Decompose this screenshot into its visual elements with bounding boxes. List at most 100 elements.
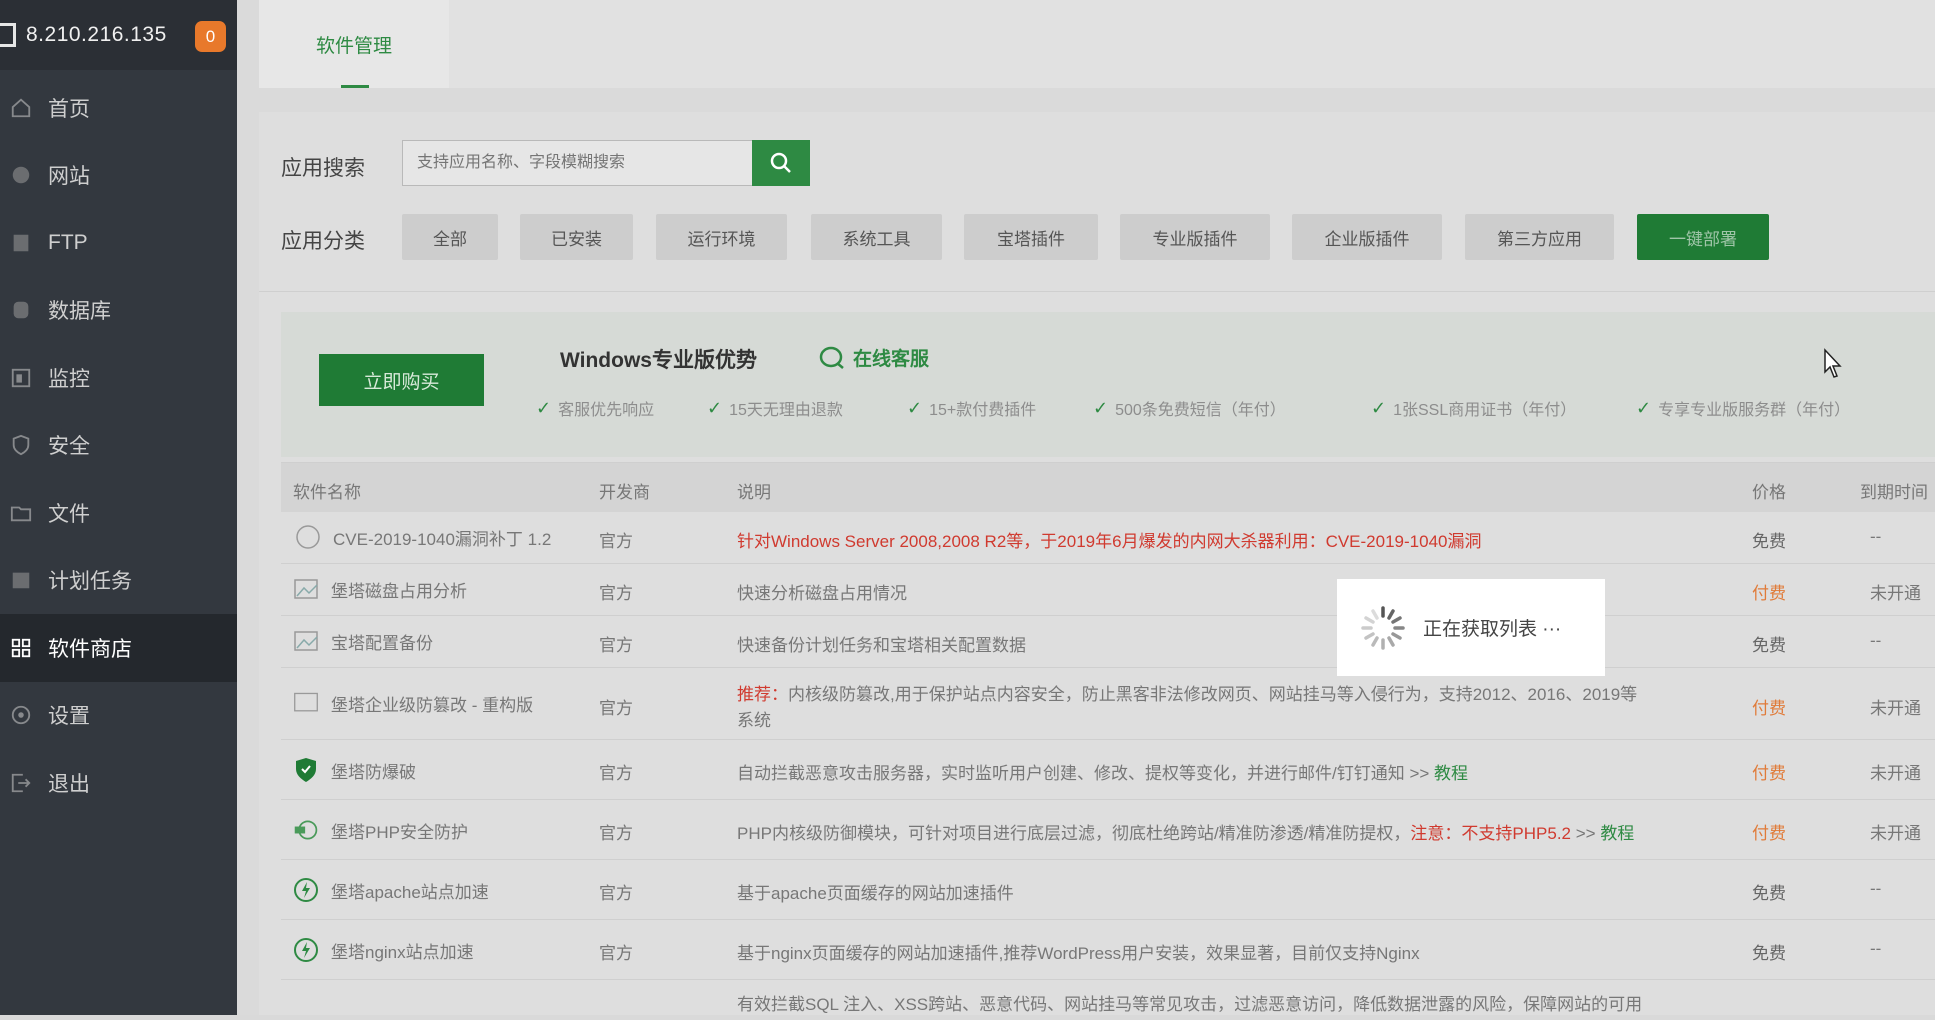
software-panel: 应用搜索 应用分类 全部 已安装 运行环境 系统工具 宝塔插件 专业版插件 企业…: [259, 112, 1935, 1015]
sidebar-item-logout[interactable]: 退出: [0, 749, 237, 817]
expire-date: 未开通: [1870, 824, 1921, 843]
price: 免费: [1752, 884, 1786, 903]
price: 免费: [1752, 944, 1786, 963]
image-icon: [293, 628, 319, 654]
category-pro-plugins[interactable]: 专业版插件: [1120, 214, 1270, 260]
promo-feature: ✓ 1张SSL商用证书（年付）: [1371, 396, 1576, 420]
description: 有效拦截SQL 注入、XSS跨站、恶意代码、网站挂马等常见攻击，过滤恶意访问，降…: [737, 995, 1643, 1014]
online-support-link[interactable]: 在线客服: [819, 344, 929, 371]
search-box: [402, 140, 810, 186]
ftp-icon: [10, 232, 32, 254]
table-row[interactable]: 宝塔配置备份 官方 快速备份计划任务和宝塔相关配置数据 免费 --: [281, 616, 1935, 668]
description-text: 自动拦截恶意攻击服务器，实时监听用户创建、修改、提权等变化，并进行邮件/钉钉通知…: [737, 764, 1435, 783]
category-third-party[interactable]: 第三方应用: [1465, 214, 1614, 260]
sidebar: 8.210.216.135 0 首页 网站 FTP 数据库 监控 安全 文件 计…: [0, 0, 237, 1015]
sidebar-item-label: 首页: [48, 97, 90, 121]
monitor-icon: [293, 690, 319, 716]
table-row[interactable]: 有效拦截SQL 注入、XSS跨站、恶意代码、网站挂马等常见攻击，过滤恶意访问，降…: [281, 980, 1935, 1020]
buy-now-button[interactable]: 立即购买: [319, 354, 484, 406]
sidebar-item-monitor[interactable]: 监控: [0, 344, 237, 412]
sidebar-item-home[interactable]: 首页: [0, 74, 237, 142]
main-content: 软件管理 应用搜索 应用分类 全部 已安装 运行环境 系统工具 宝塔插件 专业版…: [237, 0, 1935, 1015]
home-icon: [10, 97, 32, 119]
sidebar-item-website[interactable]: 网站: [0, 142, 237, 210]
sidebar-item-label: 网站: [48, 165, 90, 189]
price: 付费: [1752, 824, 1786, 843]
search-input[interactable]: [403, 141, 751, 185]
search-icon: [770, 152, 791, 173]
table-row[interactable]: 堡塔apache站点加速 官方 基于apache页面缓存的网站加速插件 免费 -…: [281, 860, 1935, 920]
promo-feature-text: 1张SSL商用证书（年付）: [1393, 402, 1577, 419]
sidebar-item-database[interactable]: 数据库: [0, 277, 237, 345]
php-shield-icon: [293, 817, 319, 843]
expire-date: --: [1870, 939, 1882, 958]
tab-label: 软件管理: [315, 35, 392, 57]
loading-text: 正在获取列表 ···: [1423, 619, 1562, 640]
tutorial-link[interactable]: 教程: [1434, 764, 1468, 783]
software-name: CVE-2019-1040漏洞补丁 1.2: [295, 524, 551, 550]
sidebar-item-software-store[interactable]: 软件商店: [0, 614, 237, 682]
tutorial-link[interactable]: 教程: [1600, 824, 1634, 843]
software-name-text: 堡塔nginx站点加速: [331, 942, 474, 962]
check-icon: ✓: [707, 397, 723, 418]
monitor-icon: [10, 367, 32, 389]
apps-grid-icon: [10, 637, 32, 659]
server-ip: 8.210.216.135: [26, 23, 167, 46]
promo-title: Windows专业版优势: [560, 349, 757, 372]
col-price[interactable]: 价格: [1752, 478, 1786, 503]
software-name: 堡塔企业级防篡改 - 重构版: [293, 690, 533, 716]
sidebar-item-label: 计划任务: [48, 570, 132, 594]
sidebar-item-cron[interactable]: 计划任务: [0, 547, 237, 615]
description-text: PHP内核级防御模块，可针对项目进行底层过滤，彻底杜绝跨站/精准防渗透/精准防提…: [737, 824, 1411, 843]
software-name-text: 堡塔PHP安全防护: [331, 822, 468, 842]
description: 基于nginx页面缓存的网站加速插件,推荐WordPress用户安装，效果显著，…: [737, 944, 1420, 963]
software-name-text: 宝塔配置备份: [331, 633, 433, 653]
category-installed[interactable]: 已安装: [520, 214, 633, 260]
category-bt-plugins[interactable]: 宝塔插件: [964, 214, 1098, 260]
lightning-icon: [293, 937, 319, 963]
tab-active-indicator: [341, 85, 369, 88]
software-table: 软件名称 开发商 说明 价格 到期时间 CVE-2019-1040漏洞补丁 1.…: [281, 462, 1935, 1015]
sidebar-item-ftp[interactable]: FTP: [0, 209, 237, 277]
description-tail: >>: [1571, 824, 1601, 843]
search-label: 应用搜索: [281, 157, 365, 180]
loading-indicator: 正在获取列表 ···: [1337, 579, 1605, 676]
expire-date: 未开通: [1870, 764, 1921, 783]
price: 免费: [1752, 532, 1786, 551]
table-row[interactable]: 堡塔PHP安全防护 官方 PHP内核级防御模块，可针对项目进行底层过滤，彻底杜绝…: [281, 800, 1935, 860]
tab-bar: 软件管理: [259, 0, 1935, 88]
category-system-tools[interactable]: 系统工具: [811, 214, 942, 260]
developer: 官方: [599, 699, 633, 718]
table-row[interactable]: 堡塔nginx站点加速 官方 基于nginx页面缓存的网站加速插件,推荐Word…: [281, 920, 1935, 980]
category-runtime[interactable]: 运行环境: [656, 214, 787, 260]
table-row[interactable]: CVE-2019-1040漏洞补丁 1.2 官方 针对Windows Serve…: [281, 512, 1935, 564]
tab-software-management[interactable]: 软件管理: [259, 0, 449, 88]
software-name: 堡塔nginx站点加速: [293, 937, 474, 963]
col-expire[interactable]: 到期时间: [1860, 478, 1928, 503]
notification-badge[interactable]: 0: [195, 21, 226, 52]
expire-date: --: [1870, 527, 1882, 546]
table-row[interactable]: 堡塔企业级防篡改 - 重构版 官方 推荐：内核级防篡改,用于保护站点内容安全，防…: [281, 668, 1935, 740]
table-row[interactable]: 堡塔防爆破 官方 自动拦截恶意攻击服务器，实时监听用户创建、修改、提权等变化，并…: [281, 740, 1935, 800]
developer: 官方: [599, 764, 633, 783]
developer: 官方: [599, 884, 633, 903]
spinner-icon: [1361, 605, 1405, 650]
category-one-click-deploy[interactable]: 一键部署: [1637, 214, 1769, 260]
category-enterprise-plugins[interactable]: 企业版插件: [1292, 214, 1442, 260]
search-button[interactable]: [752, 140, 810, 186]
price: 付费: [1752, 584, 1786, 603]
sidebar-item-settings[interactable]: 设置: [0, 682, 237, 750]
col-name[interactable]: 软件名称: [293, 478, 361, 503]
software-name-text: 堡塔apache站点加速: [331, 882, 489, 902]
software-name: 堡塔磁盘占用分析: [293, 576, 467, 602]
promo-feature-text: 15+款付费插件: [929, 402, 1037, 419]
category-all[interactable]: 全部: [402, 214, 498, 260]
server-header[interactable]: 8.210.216.135 0: [0, 0, 237, 70]
table-row[interactable]: 堡塔磁盘占用分析 官方 快速分析磁盘占用情况 付费 未开通: [281, 564, 1935, 616]
col-developer[interactable]: 开发商: [599, 478, 650, 503]
check-icon: ✓: [1093, 397, 1109, 418]
sidebar-item-label: 设置: [48, 705, 90, 729]
sidebar-item-files[interactable]: 文件: [0, 479, 237, 547]
sidebar-item-security[interactable]: 安全: [0, 412, 237, 480]
software-name: 宝塔配置备份: [293, 628, 433, 654]
